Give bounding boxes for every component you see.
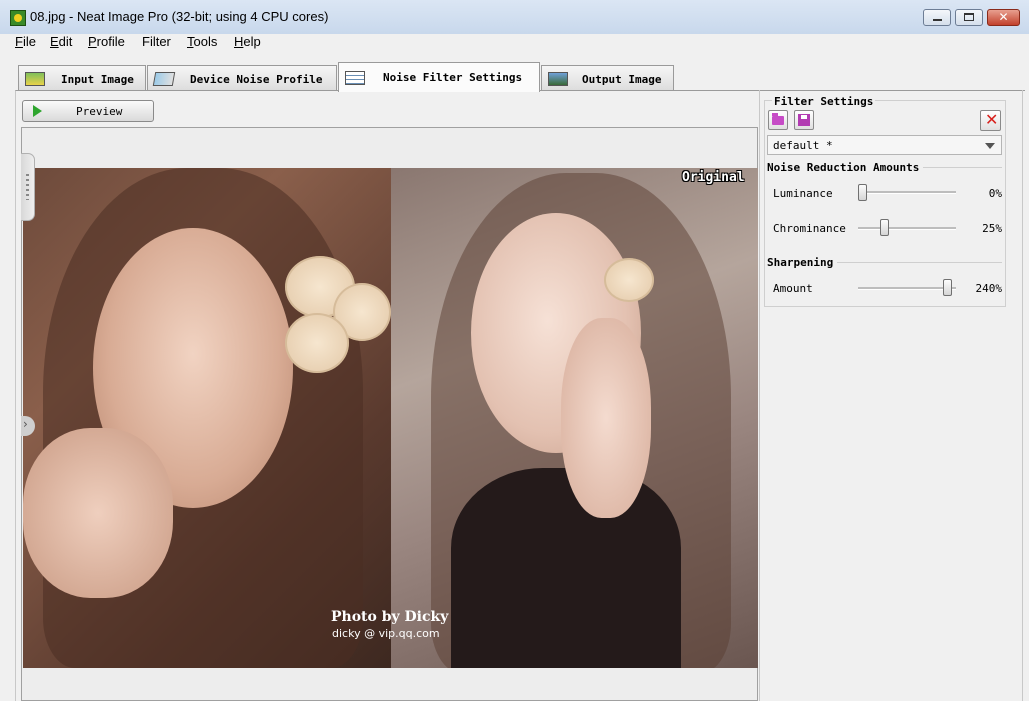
dress-shape: [451, 468, 681, 668]
menu-bar: File Edit Profile Filter Tools Help: [0, 34, 1029, 53]
panel-drag-handle[interactable]: [21, 153, 35, 221]
amount-label: Amount: [773, 282, 813, 295]
original-image-half: [391, 168, 758, 668]
save-disk-icon: [798, 114, 810, 126]
menu-file[interactable]: File: [15, 34, 36, 49]
tab-strip: Input Image Device Noise Profile Noise F…: [15, 62, 1025, 92]
menu-edit[interactable]: Edit: [50, 34, 72, 49]
preview-image[interactable]: [23, 168, 758, 668]
chrominance-slider-thumb[interactable]: [880, 219, 890, 236]
chrominance-label: Chrominance: [773, 222, 846, 235]
load-filter-button[interactable]: [768, 110, 788, 130]
filter-settings-icon: [345, 71, 365, 85]
device-profile-icon: [152, 72, 176, 86]
flower-shape: [604, 258, 654, 302]
watermark-email: dicky @ vip.qq.com: [332, 627, 440, 640]
input-image-icon: [25, 72, 45, 86]
close-button[interactable]: ✕: [987, 9, 1020, 26]
amount-slider-thumb[interactable]: [943, 279, 953, 296]
delete-filter-button[interactable]: ✕: [980, 110, 1001, 131]
menu-filter[interactable]: Filter: [142, 34, 171, 49]
window-edge: [1022, 90, 1023, 701]
tab-noise-filter-settings[interactable]: Noise Filter Settings: [338, 62, 540, 92]
chevron-right-icon: ›: [23, 417, 28, 431]
grip-icon: [26, 174, 29, 200]
menu-profile[interactable]: Profile: [88, 34, 125, 49]
filter-settings-title: Filter Settings: [772, 95, 876, 108]
chrominance-value: 25%: [982, 222, 1002, 235]
sharpening-title: Sharpening: [767, 256, 838, 269]
amount-slider-track[interactable]: [858, 287, 956, 290]
menu-help[interactable]: Help: [234, 34, 261, 49]
panel-divider: [759, 90, 760, 701]
minimize-button[interactable]: [923, 9, 951, 26]
play-icon: [33, 105, 42, 117]
maximize-icon: [964, 13, 974, 21]
menu-tools[interactable]: Tools: [187, 34, 217, 49]
original-label: Original: [682, 170, 745, 185]
luminance-label: Luminance: [773, 187, 833, 200]
app-icon: [10, 10, 26, 26]
preview-button[interactable]: Preview: [22, 100, 154, 122]
title-bar: 08.jpg - Neat Image Pro (32-bit; using 4…: [0, 0, 1029, 35]
filter-preset-value: default *: [773, 139, 833, 152]
close-icon: ✕: [998, 10, 1009, 24]
maximize-button[interactable]: [955, 9, 983, 26]
tab-device-noise-profile[interactable]: Device Noise Profile: [147, 65, 337, 91]
luminance-slider-track[interactable]: [858, 191, 956, 194]
filter-settings-group: [764, 100, 1006, 307]
luminance-slider-thumb[interactable]: [858, 184, 867, 201]
open-folder-icon: [772, 113, 784, 125]
chrominance-slider-track[interactable]: [858, 227, 956, 230]
noise-reduction-title: Noise Reduction Amounts: [767, 161, 924, 174]
luminance-value: 0%: [988, 187, 1002, 200]
filtered-image-half: [23, 168, 391, 668]
watermark-title: Photo by Dicky: [331, 609, 449, 625]
hand-shape: [23, 428, 173, 598]
hand-shape: [561, 318, 651, 518]
flower-shape: [285, 313, 349, 373]
minimize-icon: [933, 19, 942, 21]
save-filter-button[interactable]: [794, 110, 814, 130]
window-title: 08.jpg - Neat Image Pro (32-bit; using 4…: [30, 9, 329, 24]
chevron-down-icon: [985, 143, 995, 149]
tab-output-image[interactable]: Output Image: [541, 65, 674, 91]
delete-icon: ✕: [985, 110, 999, 129]
output-image-icon: [548, 72, 568, 86]
filter-preset-dropdown[interactable]: default *: [767, 135, 1002, 155]
tab-input-image[interactable]: Input Image: [18, 65, 146, 91]
amount-value: 240%: [975, 282, 1003, 295]
